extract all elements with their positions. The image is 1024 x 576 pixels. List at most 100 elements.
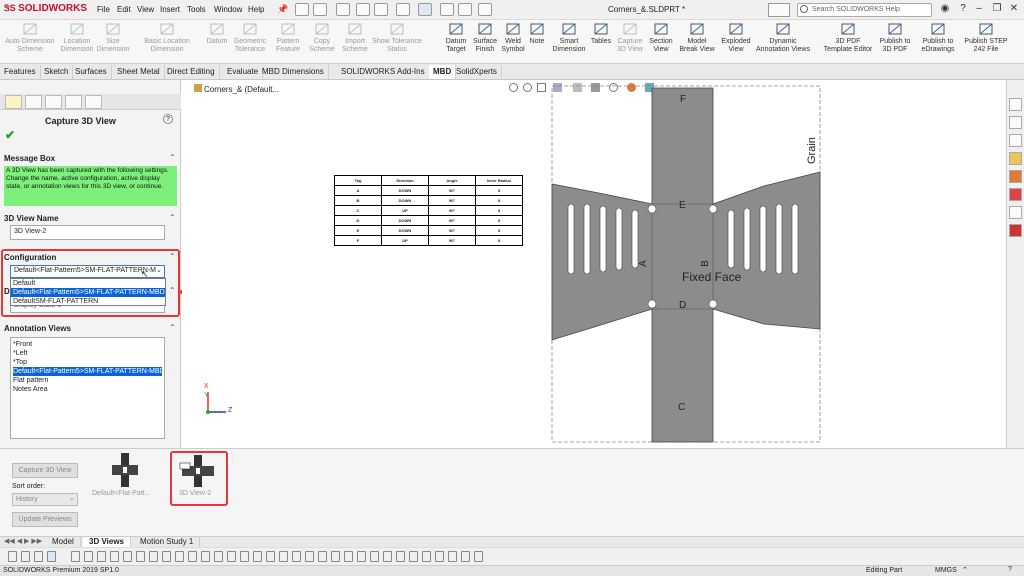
underline-icon[interactable] [357, 551, 366, 562]
menu-insert[interactable]: Insert [160, 5, 180, 14]
bold-icon[interactable] [331, 551, 340, 562]
cosmetic-thread-icon[interactable] [214, 551, 223, 562]
datum-icon[interactable] [123, 551, 132, 562]
chevron-up-icon[interactable]: ⌃ [962, 566, 968, 574]
menu-file[interactable]: File [97, 5, 110, 14]
display-manager-tab-icon[interactable] [85, 95, 102, 109]
pin-icon[interactable]: 📌 [277, 4, 288, 15]
sheet-metal-flat-pattern[interactable] [542, 84, 832, 446]
view-palette-icon[interactable] [1009, 152, 1022, 165]
collapse-chevron-icon[interactable]: ⌃ [169, 213, 176, 222]
align-icon[interactable] [370, 551, 379, 562]
ribbon-button[interactable]: Section View [646, 22, 676, 62]
menu-window[interactable]: Window [214, 5, 242, 14]
magnetic-line-icon[interactable] [279, 551, 288, 562]
text-icon[interactable] [305, 551, 314, 562]
list-item-selected[interactable]: Default<Flat-Pattern5>SM-FLAT-PATTERN-MB… [13, 367, 162, 376]
open-icon[interactable] [336, 3, 350, 16]
filter-faces-icon[interactable] [21, 551, 30, 562]
weld-symbol-icon[interactable] [162, 551, 171, 562]
ribbon-button[interactable]: Geometric Tolerance [230, 22, 270, 62]
ribbon-button[interactable]: Basic Location Dimension [130, 22, 204, 62]
print-icon[interactable] [374, 3, 388, 16]
zoom-to-fit-icon[interactable] [509, 83, 518, 92]
help-icon[interactable]: ? [1008, 566, 1012, 573]
filter-edges-icon[interactable] [34, 551, 43, 562]
dropdown-option-selected[interactable]: Default<Flat-Pattern5>SM-FLAT-PATTERN-MB… [11, 288, 165, 297]
bend-table[interactable]: Tag Direction Angle Inner Radius A DOWN 90… [334, 175, 523, 246]
stamp-icon[interactable] [292, 551, 301, 562]
tab-sheet-metal[interactable]: Sheet Metal [113, 65, 165, 79]
annotation-views-list[interactable]: *Front *Left *Top Default<Flat-Pattern5>… [10, 337, 165, 439]
help-dropdown[interactable] [768, 3, 790, 17]
restore-button[interactable]: ❐ [990, 3, 1004, 17]
help-icon[interactable]: ? [163, 114, 173, 124]
configuration-dropdown-list[interactable]: Default Default<Flat-Pattern5>SM-FLAT-PA… [10, 278, 166, 306]
search-input[interactable]: Search SOLIDWORKS Help [797, 3, 932, 17]
solidworks-resources-icon[interactable] [1009, 98, 1022, 111]
ribbon-button[interactable]: Import Scheme [338, 22, 372, 62]
tab-direct-editing[interactable]: Direct Editing [163, 65, 220, 79]
update-previews-button[interactable]: Update Previews [12, 512, 78, 527]
user-icon[interactable]: ◉ [938, 3, 952, 17]
status-units[interactable]: MMGS [935, 567, 957, 574]
select-icon[interactable] [418, 3, 432, 16]
forum-icon[interactable] [1009, 206, 1022, 219]
ribbon-button[interactable]: Datum [204, 22, 230, 62]
italic-icon[interactable] [344, 551, 353, 562]
list-item[interactable]: Flat pattern [13, 376, 162, 385]
ribbon-button[interactable]: Smart Dimension [548, 22, 590, 62]
collapse-chevron-icon[interactable]: ⌃ [169, 252, 176, 261]
block-icon[interactable] [253, 551, 262, 562]
help-icon[interactable]: ? [956, 3, 970, 17]
file-properties-icon[interactable] [458, 3, 472, 16]
ribbon-button[interactable]: Publish to eDrawings [916, 22, 960, 62]
tolerance-icon[interactable] [136, 551, 145, 562]
menu-help[interactable]: Help [248, 5, 264, 14]
center-mark-icon[interactable] [201, 551, 210, 562]
save-icon[interactable] [356, 3, 370, 16]
dropdown-option[interactable]: DefaultSM-FLAT-PATTERN [11, 297, 165, 306]
hole-callout-icon[interactable] [175, 551, 184, 562]
menu-tools[interactable]: Tools [187, 5, 206, 14]
ribbon-button[interactable]: Surface Finish [470, 22, 500, 62]
minimize-button[interactable]: – [972, 3, 986, 17]
dimension-icon[interactable] [110, 551, 119, 562]
close-button[interactable]: ✕ [1007, 3, 1021, 17]
color-icon[interactable] [422, 551, 431, 562]
tab-features[interactable]: Features [0, 65, 41, 79]
layer-icon[interactable] [396, 551, 405, 562]
view-thumbnail[interactable] [110, 453, 140, 487]
ribbon-button[interactable]: Show Tolerance Status [372, 22, 422, 62]
list-item[interactable]: *Left [13, 349, 162, 358]
tab-solidworks-add-ins[interactable]: SOLIDWORKS Add-Ins [337, 65, 430, 79]
centerline-icon[interactable] [188, 551, 197, 562]
undo-icon[interactable] [396, 3, 410, 16]
revision-icon[interactable] [240, 551, 249, 562]
ribbon-button[interactable]: Copy Scheme [306, 22, 338, 62]
collapse-chevron-icon[interactable]: ⌃ [169, 323, 176, 332]
view-thumbnail-selected[interactable] [178, 455, 218, 487]
feature-tree-flyout[interactable]: Corners_& (Default... [194, 84, 279, 94]
filter-icon[interactable] [8, 551, 17, 562]
ribbon-button[interactable]: Tables [590, 22, 612, 62]
options-icon[interactable] [478, 3, 492, 16]
ribbon-button[interactable]: Auto Dimension Scheme [2, 22, 58, 62]
spacing-icon[interactable] [383, 551, 392, 562]
dropdown-option[interactable]: Default [11, 279, 165, 288]
hide-icon[interactable] [448, 551, 457, 562]
design-library-icon[interactable] [1009, 116, 1022, 129]
tab-sketch[interactable]: Sketch [40, 65, 74, 79]
collapse-chevron-icon[interactable]: ⌃ [169, 153, 176, 162]
configuration-manager-tab-icon[interactable] [45, 95, 62, 109]
ribbon-button[interactable]: Exploded View [718, 22, 754, 62]
property-manager-tab-icon[interactable] [25, 95, 42, 109]
file-explorer-icon[interactable] [1009, 134, 1022, 147]
zoom-area-icon[interactable] [523, 83, 532, 92]
menu-view[interactable]: View [137, 5, 154, 14]
appearances-icon[interactable] [1009, 170, 1022, 183]
ribbon-button[interactable]: Publish STEP 242 File [960, 22, 1012, 62]
font-icon[interactable] [318, 551, 327, 562]
rebuild-icon[interactable] [440, 3, 454, 16]
note-icon[interactable] [71, 551, 80, 562]
